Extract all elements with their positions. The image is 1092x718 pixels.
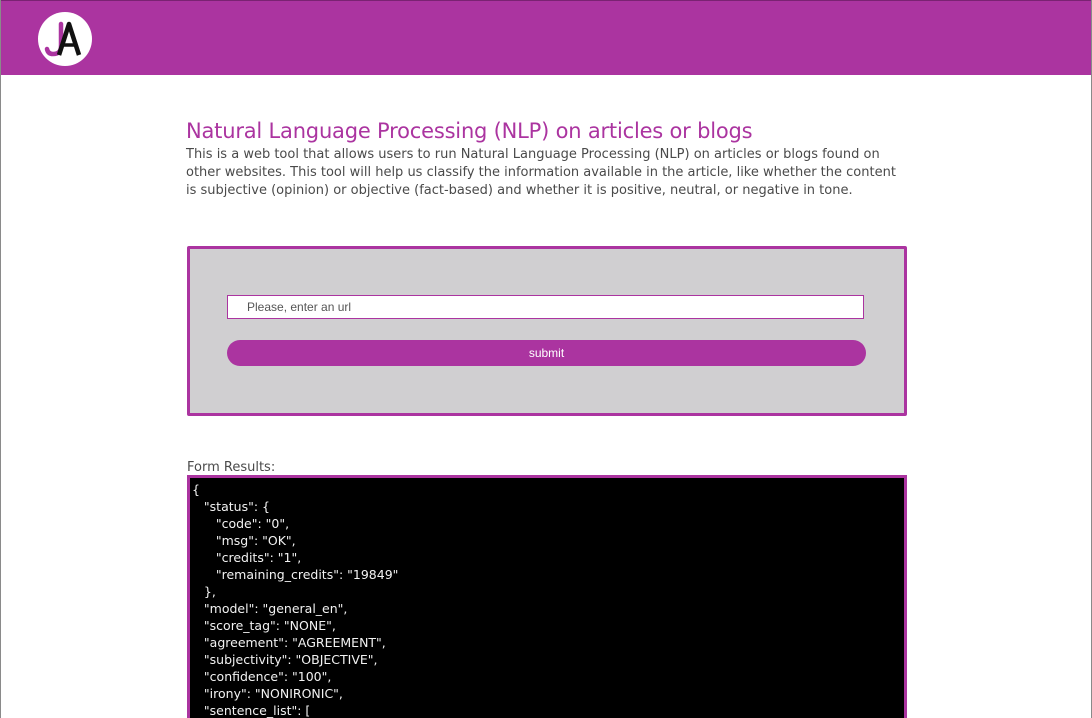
results-line: "sentence_list": [: [192, 703, 311, 718]
results-line: "subjectivity": "OBJECTIVE",: [192, 652, 378, 667]
logo[interactable]: [38, 12, 92, 66]
intro-section: Natural Language Processing (NLP) on art…: [186, 116, 906, 200]
site-header: [1, 0, 1091, 75]
submit-button[interactable]: submit: [227, 340, 866, 366]
results-line: {: [192, 482, 200, 497]
results-output[interactable]: { "status": { "code": "0", "msg": "OK", …: [187, 475, 907, 718]
results-line: "confidence": "100",: [192, 669, 332, 684]
results-label: Form Results:: [187, 460, 276, 475]
results-line: "agreement": "AGREEMENT",: [192, 635, 386, 650]
results-line: "remaining_credits": "19849": [192, 567, 399, 582]
page-description: This is a web tool that allows users to …: [186, 147, 896, 198]
results-line: "msg": "OK",: [192, 533, 296, 548]
results-line: "irony": "NONIRONIC",: [192, 686, 343, 701]
page-frame: Natural Language Processing (NLP) on art…: [0, 0, 1092, 718]
page-title: Natural Language Processing (NLP) on art…: [186, 119, 753, 143]
logo-mark: [44, 21, 82, 57]
url-form: submit: [187, 246, 907, 416]
results-line: "model": "general_en",: [192, 601, 348, 616]
results-line: "status": {: [192, 499, 270, 514]
results-line: "code": "0",: [192, 516, 290, 531]
results-line: },: [192, 584, 216, 599]
results-line: "score_tag": "NONE",: [192, 618, 336, 633]
results-line: "credits": "1",: [192, 550, 302, 565]
url-input[interactable]: [227, 295, 864, 319]
